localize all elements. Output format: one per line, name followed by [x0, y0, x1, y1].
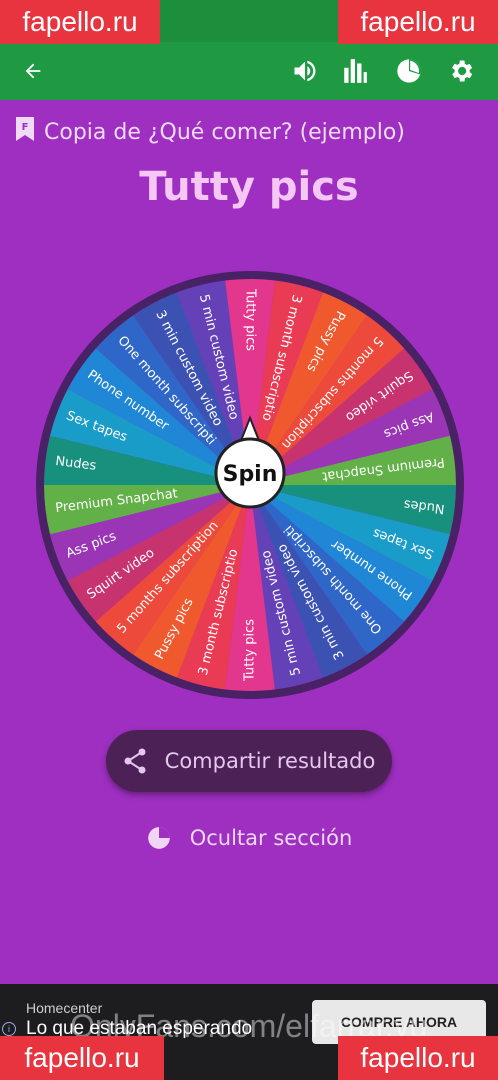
watermark-top-left: fapello.ru: [0, 0, 160, 44]
spin-label: Spin: [223, 462, 278, 487]
spin-wheel[interactable]: Tutty pics 3 month subscriptio Pussy pics 5…: [33, 268, 467, 702]
stats-icon[interactable]: [336, 52, 374, 90]
app-bar: [0, 42, 498, 100]
share-icon: [124, 748, 146, 774]
ad-info-icon[interactable]: i: [2, 1022, 16, 1036]
wheel-segment-label: Tutty pics: [243, 619, 258, 682]
gear-icon[interactable]: [442, 52, 480, 90]
watermark-bottom-right: fapello.ru: [338, 1036, 498, 1080]
hide-section-label: Ocultar sección: [189, 826, 353, 850]
subtitle-text: Copia de ¿Qué comer? (ejemplo): [44, 119, 405, 145]
wheel-title: Tutty pics: [139, 164, 359, 210]
wheel-subtitle: F Copia de ¿Qué comer? (ejemplo): [14, 114, 405, 150]
watermark-bottom-left: fapello.ru: [0, 1036, 164, 1080]
bookmark-doc-icon: F: [14, 115, 36, 149]
hide-section-button[interactable]: Ocultar sección: [0, 820, 498, 856]
share-result-button[interactable]: Compartir resultado: [106, 730, 392, 792]
wheel-segment-label: Tutty pics: [243, 288, 258, 351]
share-label: Compartir resultado: [164, 749, 376, 773]
watermark-top-right: fapello.ru: [338, 0, 498, 44]
pie-chart-icon[interactable]: [390, 52, 428, 90]
wheel-svg[interactable]: Tutty pics 3 month subscriptio Pussy pics5…: [33, 268, 467, 702]
main-content: F Copia de ¿Qué comer? (ejemplo) Tutty p…: [0, 100, 498, 984]
back-arrow-icon[interactable]: [14, 52, 52, 90]
volume-icon[interactable]: [286, 52, 324, 90]
svg-text:F: F: [22, 122, 29, 133]
pie-icon: [147, 827, 170, 849]
